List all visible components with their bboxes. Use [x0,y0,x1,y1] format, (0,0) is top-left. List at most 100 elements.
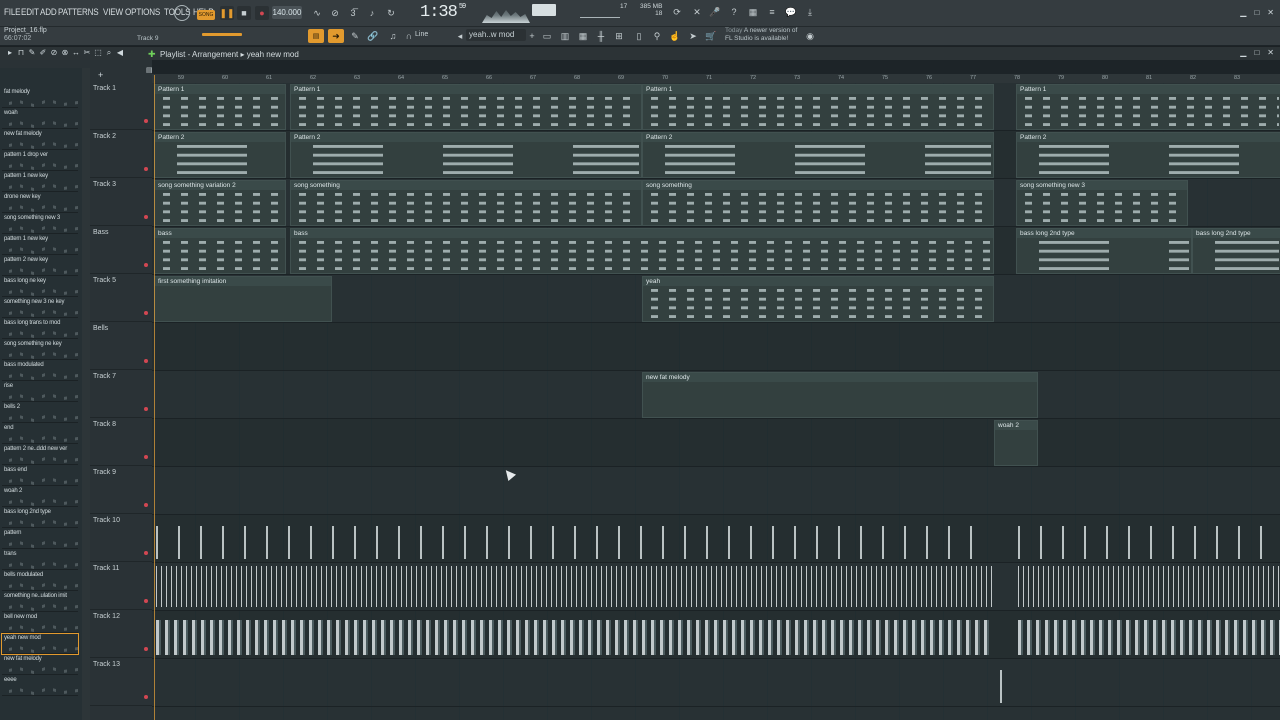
tempo-display[interactable]: 140.000 [272,6,302,19]
browser-pattern-item[interactable]: bells modulated [2,571,78,591]
file-icon[interactable]: ▯ [632,29,646,43]
browser-pattern-item[interactable]: pattern 2 new key [2,256,78,276]
pattern-clip[interactable]: Pattern 1 [154,84,286,130]
countdown-icon[interactable]: 3̅ [346,6,360,20]
pattern-clip[interactable]: song something variation 2 [154,180,286,226]
pattern-clip[interactable]: bass [154,228,286,274]
clip-header[interactable] [643,373,1037,382]
browser-icon[interactable]: ⊞ [612,29,626,43]
pattern-song-toggle-icon[interactable] [174,5,190,21]
send-icon[interactable]: ➤ [686,29,700,43]
track-record-dot-icon[interactable] [144,407,148,411]
track-header[interactable]: Track 1 [90,82,152,130]
browser-scrollbar[interactable] [82,68,90,720]
playlist-grid[interactable]: Pattern 1 Pattern 1 Pattern 1 Pattern 1 Patt… [152,83,1280,720]
pattern-clip[interactable]: Pattern 1 [642,84,994,130]
clip-header[interactable] [291,133,641,142]
pattern-picker-icon[interactable]: ▤ [146,66,153,74]
track-record-dot-icon[interactable] [144,455,148,459]
add-track-icon[interactable]: + [98,70,103,80]
paint-icon[interactable]: ✐ [39,49,47,57]
browser-pattern-item[interactable]: rise [2,382,78,402]
pattern-clip[interactable]: song something new 3 [1016,180,1188,226]
arrow-left-icon[interactable]: ◂ [456,29,464,43]
pattern-clip[interactable]: Pattern 1 [1016,84,1280,130]
browser-pattern-item[interactable]: drone new key [2,193,78,213]
snap-mode-select[interactable]: Line [415,29,455,41]
clip-header[interactable] [1017,85,1280,94]
track-lane[interactable]: bass bass bass long 2nd type bass long 2nd … [152,227,1280,275]
track-header[interactable]: Track 5 [90,274,152,322]
track-record-dot-icon[interactable] [144,311,148,315]
browser-pattern-item[interactable]: yeah new mod [1,633,79,655]
master-volume-slider[interactable] [202,33,242,36]
wait-input-icon[interactable]: ⊘ [328,6,342,20]
track-header[interactable]: Track 13 [90,658,152,706]
pattern-clip[interactable]: bass [290,228,994,274]
audio-clip[interactable] [1016,612,1280,658]
audio-clip[interactable] [1016,564,1280,610]
stamp-icon[interactable]: ♫ [386,29,400,43]
audio-clip[interactable] [154,516,994,562]
chat-icon[interactable]: 💬 [784,5,798,19]
track-lane[interactable] [152,467,1280,515]
slip-icon[interactable]: ↔ [72,49,80,57]
track-lane[interactable]: Pattern 1 Pattern 1 Pattern 1 Pattern 1 [152,83,1280,131]
channel-rack-icon[interactable]: ▦ [576,29,590,43]
clip-header[interactable] [643,181,993,190]
blend-notes-icon[interactable]: ♪ [364,6,380,20]
touch-icon[interactable]: ☝ [668,29,682,43]
menu-add[interactable]: ADD [40,7,59,18]
audio-clip[interactable] [154,612,994,658]
browser-pattern-item[interactable]: song something new 3 [2,214,78,234]
cart-icon[interactable]: 🛒 [704,29,718,43]
track-header[interactable]: Track 8 [90,418,152,466]
options-arrow-icon[interactable]: ▸ [6,49,14,57]
clip-header[interactable] [291,181,641,190]
browser-pattern-item[interactable]: end [2,424,78,444]
browser-pattern-item[interactable]: bells 2 [2,403,78,423]
track-lane[interactable]: new fat melody [152,371,1280,419]
draw-icon[interactable]: ✎ [28,49,36,57]
pattern-clip[interactable]: song something [642,180,994,226]
clip-header[interactable] [643,133,993,142]
mute-icon[interactable]: ⊗ [61,49,69,57]
menu-view[interactable]: VIEW [103,7,126,18]
pattern-clip[interactable]: Pattern 2 [1016,132,1280,178]
arrow-button[interactable]: ➜ [328,29,344,43]
track-header[interactable]: Track 12 [90,610,152,658]
mixer-view-icon[interactable]: ╫ [594,29,608,43]
clip-header[interactable] [1017,133,1280,142]
track-record-dot-icon[interactable] [144,695,148,699]
news-panel[interactable]: Today A newer version of FL Studio is av… [725,27,797,43]
browser-pattern-item[interactable]: woah 2 [2,487,78,507]
clip-header[interactable] [643,85,993,94]
audio-clip[interactable] [998,660,1018,706]
refresh-icon[interactable]: ⟳ [670,5,684,19]
mixer-icon[interactable]: ≡ [765,5,779,19]
pattern-clip[interactable]: yeah [642,276,994,322]
browser-pattern-item[interactable]: new fat melody [2,655,78,675]
pencil-icon[interactable]: ✎ [348,29,362,43]
playlist-close-icon[interactable]: ✕ [1267,48,1274,57]
select-icon[interactable]: ⬚ [94,49,102,57]
browser-pattern-item[interactable]: new fat melody [2,130,78,150]
clip-header[interactable] [643,277,993,286]
track-lane[interactable] [152,659,1280,707]
track-header[interactable]: Bass [90,226,152,274]
close-icon[interactable]: ✕ [1267,8,1274,17]
audio-clip[interactable] [1016,516,1280,562]
pattern-clip[interactable]: bass long 2nd type [1192,228,1280,274]
track-header[interactable]: Track 10 [90,514,152,562]
browser-pattern-item[interactable]: bell new mod [2,613,78,633]
browser-pattern-item[interactable]: pattern 1 new key [2,172,78,192]
track-record-dot-icon[interactable] [144,551,148,555]
track-record-dot-icon[interactable] [144,167,148,171]
maximize-icon[interactable]: □ [1254,8,1259,17]
track-record-dot-icon[interactable] [144,599,148,603]
track-header[interactable]: Track 7 [90,370,152,418]
slice-icon[interactable]: ✂ [83,49,91,57]
song-position-clock[interactable]: 1:38 59 [420,3,466,22]
track-record-dot-icon[interactable] [144,263,148,267]
track-lane[interactable] [152,323,1280,371]
